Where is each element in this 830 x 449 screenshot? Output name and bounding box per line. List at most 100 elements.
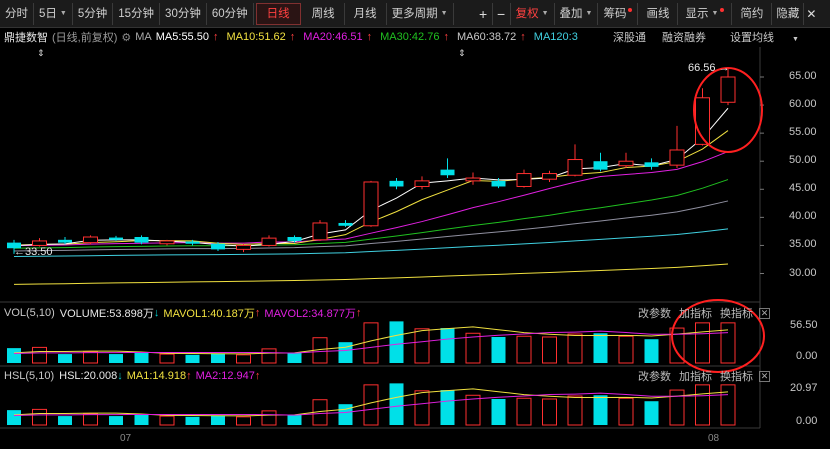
price-tick-label: 45.00 [789,182,817,195]
volume-bar-down [185,354,200,363]
candle-body-up [669,149,685,166]
vol-title: VOL(5,10) [4,307,55,319]
vol-params-button[interactable]: 改参数 [638,305,671,321]
volume-bar-up [618,335,634,364]
candle-body-up [159,240,175,245]
vol-mavol2: MAVOL2:34.877万 [264,308,356,320]
x-label-jul: 07 [120,433,132,444]
volume-bar-down [440,328,455,363]
vol-switch-indicator-button[interactable]: 换指标 [720,305,753,321]
hsl-bar-up [695,384,710,426]
price-tick-label: 35.00 [789,238,817,251]
arrow-right-icon: → [718,62,730,74]
volume-bar-up [83,351,98,364]
hsl-bar-up [236,416,251,426]
candle-body-down [440,169,455,176]
low-price-value: 33.50 [25,246,53,258]
volume-bar-down [491,336,506,363]
hsl-bar-down [211,415,225,425]
price-tick-label: 40.00 [789,210,817,223]
volume-bar-up [236,354,251,364]
candle-body-up [465,177,481,182]
candle-body-up [83,236,98,244]
hsl-bar-up [261,410,277,426]
high-price-value: 66.56 [688,62,716,74]
candle-body-down [491,180,506,187]
candle-body-down [593,161,608,170]
close-icon[interactable]: ✕ [759,370,770,382]
hsl-bar-down [644,401,659,425]
volume-bar-down [211,353,225,363]
marker-icon: ⇕ [458,48,466,58]
hsl-params-button[interactable]: 改参数 [638,368,671,384]
volume-bar-up [695,322,710,364]
candle-body-down [134,237,149,243]
high-price-label: 66.56 → [688,62,730,74]
vol-tick-max: 56.50 [790,319,818,331]
candle-body-up [542,173,557,180]
candle-body-up [32,240,47,246]
volume-bar-up [32,346,47,364]
arrow-down-icon: ↓ [117,370,123,382]
hsl-bar-up [32,408,47,426]
arrow-up-icon: ↑ [254,370,261,382]
volume-bar-up [516,335,532,364]
hsl-bar-up [159,415,175,426]
low-price-label: ←33.50 [14,246,53,258]
volume-bar-up [414,328,430,364]
hsl-bar-down [440,390,455,425]
vol-volume: VOLUME:53.898万 [59,308,154,320]
volume-bar-up [261,348,277,364]
candle-body-down [109,237,123,240]
hsl-bar-down [134,414,149,425]
candle-body-down [185,241,200,244]
volume-bar-up [363,322,379,364]
hsl-bar-down [185,416,200,425]
hsl-bar-up [720,384,736,426]
vol-header: VOL(5,10) VOLUME:53.898万 ↓ MAVOL1:40.187万… [4,306,361,320]
volume-bar-down [644,339,659,363]
hsl-buttons: 改参数 加指标 换指标 ✕ [630,369,770,383]
arrow-up-icon: ↑ [254,307,261,319]
price-tick-label: 60.00 [789,98,817,111]
marker-icon: ⇕ [37,48,45,58]
price-tick-label: 65.00 [789,70,817,82]
arrow-left-icon: ← [14,246,25,258]
hsl-bar-up [618,397,634,426]
candle-body-up [618,160,634,167]
volume-bar-up [720,322,736,364]
hsl-bars [7,383,736,426]
hsl-bar-down [593,395,608,425]
hsl-bar-up [516,397,532,426]
hsl-bar-down [491,398,506,425]
vol-buttons: 改参数 加指标 换指标 ✕ [630,306,770,320]
volume-bar-up [567,333,583,364]
close-icon[interactable]: ✕ [759,307,770,319]
vol-tick-zero: 0.00 [796,350,818,362]
volume-bar-down [134,352,149,363]
volume-bar-up [542,336,557,364]
volume-bar-down [58,354,72,363]
hsl-switch-indicator-button[interactable]: 换指标 [720,368,753,384]
hsl-bar-up [567,395,583,426]
price-tick-label: 50.00 [789,154,817,167]
hsl-bar-down [338,404,353,425]
hsl-add-indicator-button[interactable]: 加指标 [679,368,712,384]
candle-body-up [363,181,379,227]
arrow-up-icon: ↑ [186,370,192,382]
arrow-up-icon: ↑ [355,307,362,319]
candle-body-down [58,239,72,243]
volume-bar-down [109,354,123,363]
volume-bar-down [593,333,608,363]
candles [7,68,736,254]
vol-add-indicator-button[interactable]: 加指标 [679,305,712,321]
volume-bar-down [7,348,21,363]
candle-body-up [720,76,736,103]
candle-body-up [516,173,532,187]
hsl-bar-down [389,383,404,425]
hsl-ma1: MA1:14.918 [126,370,187,382]
hsl-tick-zero: 0.00 [796,415,818,427]
volume-bar-down [389,321,404,363]
candle-body-down [338,222,353,226]
vol-mavol1: MAVOL1:40.187万 [163,308,255,320]
